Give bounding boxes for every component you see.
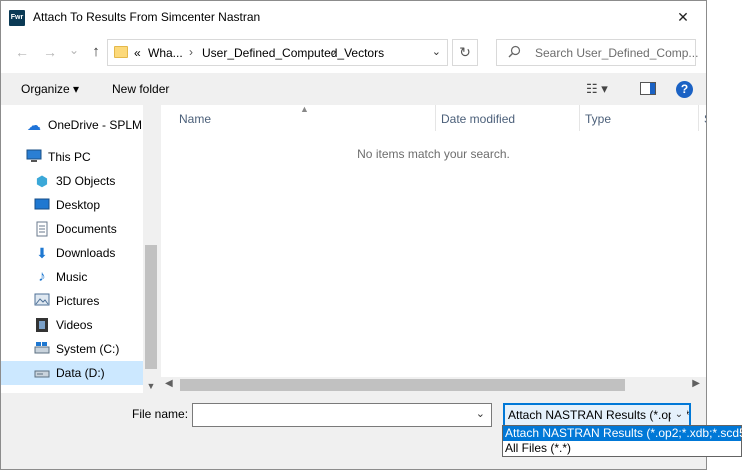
sidebar-item-label: Downloads xyxy=(56,246,116,260)
file-type-selected-value: Attach NASTRAN Results (*.op2;*.xdb;*.sc… xyxy=(508,408,689,422)
sidebar-item-downloads[interactable]: ⬇ Downloads xyxy=(1,241,143,265)
sidebar-item-system-c[interactable]: System (C:) xyxy=(1,337,143,361)
sidebar-item-this-pc[interactable]: This PC xyxy=(1,145,143,169)
document-icon xyxy=(34,221,50,237)
scroll-down-icon[interactable]: ▼ xyxy=(143,381,159,391)
chevron-down-icon[interactable]: ⌄ xyxy=(476,407,485,420)
arrow-right-icon: → xyxy=(43,44,57,60)
dropdown-option[interactable]: All Files (*.*) xyxy=(503,441,741,456)
sidebar-item-label: Pictures xyxy=(56,294,100,308)
column-divider[interactable] xyxy=(579,105,580,131)
column-header-date-modified[interactable]: Date modified xyxy=(441,112,515,126)
help-icon[interactable]: ? xyxy=(676,81,693,98)
chevron-right-icon[interactable]: › xyxy=(189,45,193,59)
sidebar-item-onedrive[interactable]: ☁ OneDrive - SPLM xyxy=(1,113,143,137)
drive-icon xyxy=(34,365,50,381)
search-placeholder: Search User_Defined_Comp... xyxy=(535,46,699,60)
download-icon: ⬇ xyxy=(36,245,48,261)
breadcrumb-item[interactable]: Wha... xyxy=(148,46,183,60)
column-divider[interactable] xyxy=(435,105,436,131)
computer-icon xyxy=(26,149,42,165)
filename-label: File name: xyxy=(132,407,189,421)
file-list: ▲ Name Date modified Type S No items mat… xyxy=(161,105,706,393)
arrow-left-icon: ← xyxy=(15,44,29,60)
column-header-size[interactable]: S xyxy=(704,112,706,126)
sidebar-item-label: Data (D:) xyxy=(56,366,105,380)
drive-icon xyxy=(34,341,50,357)
file-dialog: Fwr Attach To Results From Simcenter Nas… xyxy=(0,0,707,470)
cloud-icon: ☁ xyxy=(27,117,41,133)
close-button[interactable]: ✕ xyxy=(660,1,706,33)
horizontal-scrollbar[interactable]: ◀ ▶ xyxy=(161,377,706,393)
music-icon: ♪ xyxy=(38,268,46,285)
search-icon xyxy=(508,45,521,61)
new-folder-button[interactable]: New folder xyxy=(112,82,169,96)
dropdown-option[interactable]: Attach NASTRAN Results (*.op2;*.xdb;*.sc… xyxy=(503,426,744,441)
address-bar[interactable]: « Wha... › User_Defined_Computed_Vectors… xyxy=(107,39,448,66)
sidebar-item-label: Documents xyxy=(56,222,117,236)
back-button[interactable]: ← xyxy=(13,43,31,61)
empty-message: No items match your search. xyxy=(357,147,510,161)
sidebar-item-data-d[interactable]: Data (D:) xyxy=(1,361,143,385)
sidebar-item-label: 3D Objects xyxy=(56,174,116,188)
command-toolbar: Organize ▾ New folder ☷ ▾ ? xyxy=(1,73,706,105)
chevron-right-icon[interactable]: › xyxy=(332,45,336,59)
app-icon: Fwr xyxy=(9,10,25,26)
scrollbar-thumb[interactable] xyxy=(145,245,157,369)
filename-input[interactable]: ⌄ xyxy=(192,403,492,427)
sidebar-item-pictures[interactable]: Pictures xyxy=(1,289,143,313)
view-options-icon[interactable]: ☷ ▾ xyxy=(586,81,608,97)
sidebar-item-music[interactable]: ♪ Music xyxy=(1,265,143,289)
scroll-right-icon[interactable]: ▶ xyxy=(692,378,700,389)
refresh-button[interactable]: ↻ xyxy=(452,39,478,66)
chevron-down-icon[interactable]: ⌄ xyxy=(432,45,441,58)
sidebar-item-label: System (C:) xyxy=(56,342,120,356)
column-header-type[interactable]: Type xyxy=(585,112,611,126)
sidebar-item-documents[interactable]: Documents xyxy=(1,217,143,241)
title-bar: Fwr Attach To Results From Simcenter Nas… xyxy=(1,1,706,33)
sidebar-item-videos[interactable]: Videos xyxy=(1,313,143,337)
forward-button[interactable]: → xyxy=(41,43,59,61)
desktop-icon xyxy=(34,197,50,213)
window-title: Attach To Results From Simcenter Nastran xyxy=(33,10,261,24)
chevron-down-icon[interactable]: ⌄ xyxy=(671,405,687,425)
sidebar-item-label: Videos xyxy=(56,318,93,332)
cube-icon: ⬢ xyxy=(35,173,49,189)
breadcrumb-overflow[interactable]: « xyxy=(134,46,141,60)
sidebar-item-label: Desktop xyxy=(56,198,101,212)
chevron-down-icon: ⌄ xyxy=(68,43,80,57)
navigation-pane: ☁ OneDrive - SPLM This PC ⬢ 3D Objects D… xyxy=(1,105,159,393)
address-row: ← → ⌄ ↑ « Wha... › User_Defined_Computed… xyxy=(1,33,706,73)
scrollbar-thumb[interactable] xyxy=(180,379,625,391)
pictures-icon xyxy=(34,293,50,309)
file-type-dropdown-list: Attach NASTRAN Results (*.op2;*.xdb;*.sc… xyxy=(502,425,744,457)
sidebar-item-desktop[interactable]: Desktop xyxy=(1,193,143,217)
preview-pane-icon[interactable] xyxy=(640,82,656,95)
column-divider[interactable] xyxy=(698,105,699,131)
search-input[interactable]: Search User_Defined_Comp... xyxy=(496,39,699,66)
folder-icon xyxy=(114,46,128,58)
sidebar-item-label: Music xyxy=(56,270,88,284)
sidebar-item-label: This PC xyxy=(48,150,91,164)
sidebar-item-3d-objects[interactable]: ⬢ 3D Objects xyxy=(1,169,143,193)
recent-locations-button[interactable]: ⌄ xyxy=(65,41,83,59)
up-button[interactable]: ↑ xyxy=(87,43,105,61)
scroll-left-icon[interactable]: ◀ xyxy=(165,378,173,389)
sidebar-item-label: OneDrive - SPLM xyxy=(48,118,143,132)
video-icon xyxy=(34,317,50,333)
arrow-up-icon: ↑ xyxy=(92,43,100,60)
breadcrumb-item[interactable]: User_Defined_Computed_Vectors xyxy=(202,46,384,60)
sort-indicator-icon: ▲ xyxy=(300,105,309,114)
organize-button[interactable]: Organize ▾ xyxy=(21,82,79,96)
navigation-scrollbar[interactable]: ▼ xyxy=(143,105,159,393)
close-icon: ✕ xyxy=(677,9,689,25)
refresh-icon: ↻ xyxy=(459,44,471,60)
column-header-name[interactable]: Name xyxy=(179,112,211,126)
file-type-select[interactable]: Attach NASTRAN Results (*.op2;*.xdb;*.sc… xyxy=(503,403,691,427)
